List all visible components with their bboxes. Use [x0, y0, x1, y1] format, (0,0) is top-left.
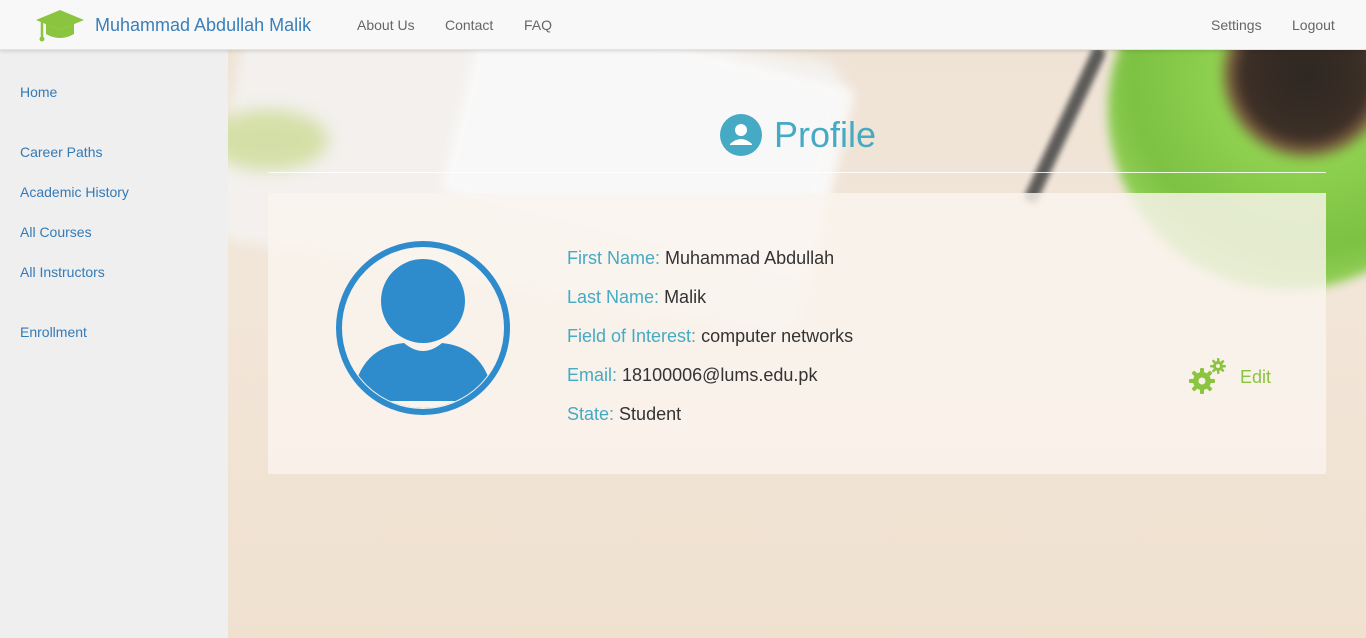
last-name-value: Malik	[664, 287, 707, 307]
page-title: Profile	[720, 114, 876, 156]
background-pen	[1022, 50, 1108, 205]
edit-label: Edit	[1240, 366, 1272, 387]
state-label: State:	[567, 404, 615, 424]
nav-about-us[interactable]: About Us	[357, 17, 415, 33]
first-name-label: First Name:	[567, 248, 661, 268]
first-name-row: First Name: Muhammad Abdullah	[567, 239, 853, 278]
top-navbar: Muhammad Abdullah Malik About Us Contact…	[0, 0, 1366, 50]
page-title-text: Profile	[774, 114, 877, 155]
sidebar-item-all-courses[interactable]: All Courses	[20, 224, 92, 240]
gears-icon	[1189, 358, 1226, 394]
state-row: State: Student	[567, 395, 853, 434]
email-value: 18100006@lums.edu.pk	[622, 365, 818, 385]
brand-name: Muhammad Abdullah Malik	[95, 14, 312, 35]
profile-card: First Name: Muhammad Abdullah Last Name:…	[268, 193, 1326, 474]
email-row: Email: 18100006@lums.edu.pk	[567, 356, 853, 395]
last-name-row: Last Name: Malik	[567, 278, 853, 317]
first-name-value: Muhammad Abdullah	[665, 248, 835, 268]
sidebar-item-career-paths[interactable]: Career Paths	[20, 144, 102, 160]
brand-link[interactable]: Muhammad Abdullah Malik	[34, 6, 311, 44]
field-of-interest-value: computer networks	[701, 326, 854, 346]
edit-profile-button[interactable]: Edit	[1188, 357, 1271, 397]
profile-info: First Name: Muhammad Abdullah Last Name:…	[567, 239, 853, 434]
user-avatar-icon	[336, 241, 510, 415]
sidebar-item-enrollment[interactable]: Enrollment	[20, 324, 87, 340]
nav-settings[interactable]: Settings	[1211, 17, 1262, 33]
field-of-interest-label: Field of Interest:	[567, 326, 697, 346]
state-value: Student	[619, 404, 682, 424]
sidebar-item-academic-history[interactable]: Academic History	[20, 184, 129, 200]
field-of-interest-row: Field of Interest: computer networks	[567, 317, 853, 356]
nav-faq[interactable]: FAQ	[524, 17, 552, 33]
nav-logout[interactable]: Logout	[1292, 17, 1335, 33]
sidebar: Home Career Paths Academic History All C…	[0, 50, 228, 638]
sidebar-item-all-instructors[interactable]: All Instructors	[20, 264, 105, 280]
user-circle-icon	[720, 114, 762, 156]
email-label: Email:	[567, 365, 618, 385]
main-content: Profile First Name: Muhammad Abdullah La…	[228, 50, 1366, 638]
last-name-label: Last Name:	[567, 287, 660, 307]
nav-contact[interactable]: Contact	[445, 17, 493, 33]
graduation-cap-icon	[36, 10, 84, 42]
sidebar-item-home[interactable]: Home	[20, 84, 57, 100]
title-divider	[268, 172, 1326, 173]
